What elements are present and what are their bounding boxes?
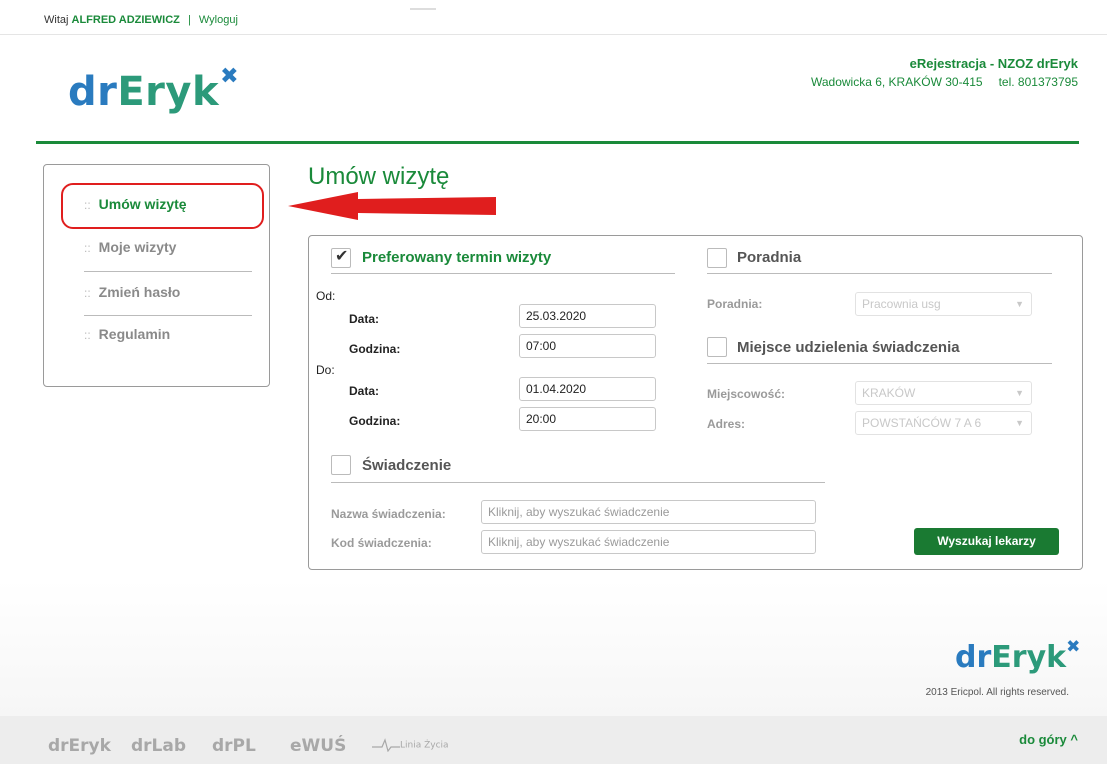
service-section-title: Świadczenie — [362, 457, 452, 474]
city-select[interactable]: KRAKÓW ▼ — [855, 381, 1032, 405]
sidebar-item-label: Moje wizyty — [98, 239, 177, 255]
sidebar-divider — [84, 315, 252, 316]
to-date-input[interactable]: 01.04.2020 — [519, 377, 656, 401]
logo-eryk-text: Eryk — [991, 640, 1067, 675]
clinic-checkbox[interactable] — [707, 248, 727, 268]
section-divider — [707, 363, 1052, 364]
to-label: Do: — [316, 363, 335, 377]
address-label: Adres: — [707, 417, 746, 431]
clinic-info: eRejestracja - NZOZ drEryk Wadowicka 6, … — [811, 56, 1078, 89]
clinic-address: Wadowicka 6, KRAKÓW 30-415 — [810, 75, 983, 89]
chevron-down-icon: ▼ — [1015, 299, 1024, 309]
brand-linia-zycia-link[interactable]: Linia Życia — [372, 738, 449, 753]
bullet-icon: :: — [84, 328, 91, 342]
from-time-input[interactable]: 07:00 — [519, 334, 656, 358]
from-time-label: Godzina: — [349, 342, 401, 356]
from-date-input[interactable]: 25.03.2020 — [519, 304, 656, 328]
heartbeat-icon — [372, 738, 400, 753]
header-divider — [36, 141, 1079, 144]
city-select-value: KRAKÓW — [862, 386, 916, 400]
clinic-contact: Wadowicka 6, KRAKÓW 30-415 tel. 801373795 — [811, 75, 1078, 89]
brand-ewus-link[interactable]: eWUŚ — [290, 736, 346, 756]
chevron-down-icon: ▼ — [1015, 388, 1024, 398]
section-divider — [331, 273, 675, 274]
checkmark-icon: ✔ — [335, 248, 349, 265]
service-checkbox[interactable] — [331, 455, 351, 475]
sidebar-item-terms[interactable]: :: Regulamin — [84, 326, 252, 342]
sidebar-item-label: Zmień hasło — [98, 284, 181, 300]
footer-bar: drEryk drLab drPL eWUŚ Linia Życia do gó… — [0, 716, 1107, 764]
section-divider — [331, 482, 825, 483]
brand-drlab-link[interactable]: drLab — [131, 736, 186, 756]
footer-dreryk-logo[interactable]: drEryk✖ — [955, 639, 1080, 675]
to-time-input[interactable]: 20:00 — [519, 407, 656, 431]
search-doctors-button[interactable]: Wyszukaj lekarzy — [914, 528, 1059, 555]
to-date-label: Data: — [349, 384, 380, 398]
user-bar: Witaj ALFRED ADZIEWICZ | Wyloguj — [44, 14, 238, 26]
city-label: Miejscowość: — [707, 387, 786, 401]
sidebar-item-label: Regulamin — [98, 326, 171, 342]
service-name-label: Nazwa świadczenia: — [331, 507, 446, 521]
clinic-title: eRejestracja - NZOZ drEryk — [909, 56, 1078, 71]
clinic-select[interactable]: Pracownia usg ▼ — [855, 292, 1032, 316]
brand-drpl-link[interactable]: drPL — [212, 736, 256, 756]
copyright: 2013 Ericpol. All rights reserved. — [925, 687, 1069, 698]
clinic-section-title: Poradnia — [737, 249, 802, 266]
sidebar-item-my-visits[interactable]: :: Moje wizyty — [84, 239, 252, 255]
top-marker — [410, 8, 436, 10]
chevron-down-icon: ▼ — [1015, 418, 1024, 428]
service-code-label: Kod świadczenia: — [331, 536, 432, 550]
to-time-label: Godzina: — [349, 414, 401, 428]
page-title: Umów wizytę — [308, 163, 450, 190]
red-arrow-icon — [288, 192, 496, 220]
preferred-term-checkbox[interactable]: ✔ — [331, 248, 351, 268]
dreryk-logo[interactable]: drEryk✖ — [68, 66, 239, 115]
place-checkbox[interactable] — [707, 337, 727, 357]
back-to-top-link[interactable]: do góry ^ — [1019, 732, 1078, 747]
bullet-icon: :: — [84, 286, 91, 300]
topbar-divider — [0, 34, 1107, 35]
highlight-outline — [61, 183, 264, 229]
logo-x-icon: ✖ — [1066, 637, 1081, 657]
logout-link[interactable]: Wyloguj — [199, 14, 238, 26]
preferred-term-title: Preferowany termin wizyty — [362, 249, 552, 266]
service-code-input[interactable]: Kliknij, aby wyszukać świadczenie — [481, 530, 816, 554]
logo-x-icon: ✖ — [220, 64, 240, 89]
address-select[interactable]: POWSTAŃCÓW 7 A 6 ▼ — [855, 411, 1032, 435]
logo-dr-text: dr — [955, 640, 992, 675]
brand-dreryk-link[interactable]: drEryk — [48, 736, 111, 756]
logo-dr-text: dr — [68, 69, 118, 115]
clinic-phone: tel. 801373795 — [998, 75, 1078, 89]
greeting-text: Witaj — [44, 14, 69, 26]
section-divider — [707, 273, 1052, 274]
place-section-title: Miejsce udzielenia świadczenia — [737, 339, 960, 356]
sidebar-item-change-password[interactable]: :: Zmień hasło — [84, 284, 252, 300]
from-label: Od: — [316, 289, 336, 303]
from-date-label: Data: — [349, 312, 380, 326]
user-name[interactable]: ALFRED ADZIEWICZ — [72, 14, 180, 26]
address-select-value: POWSTAŃCÓW 7 A 6 — [862, 416, 982, 430]
clinic-select-value: Pracownia usg — [862, 297, 941, 311]
search-form-panel: ✔ Preferowany termin wizyty Od: Data: 25… — [308, 235, 1083, 570]
sidebar-divider — [84, 271, 252, 272]
user-bar-separator: | — [187, 14, 191, 26]
bullet-icon: :: — [84, 241, 91, 255]
logo-eryk-text: Eryk — [117, 69, 220, 115]
clinic-label: Poradnia: — [707, 297, 763, 311]
service-name-input[interactable]: Kliknij, aby wyszukać świadczenie — [481, 500, 816, 524]
linia-zycia-text: Linia Życia — [400, 740, 449, 751]
